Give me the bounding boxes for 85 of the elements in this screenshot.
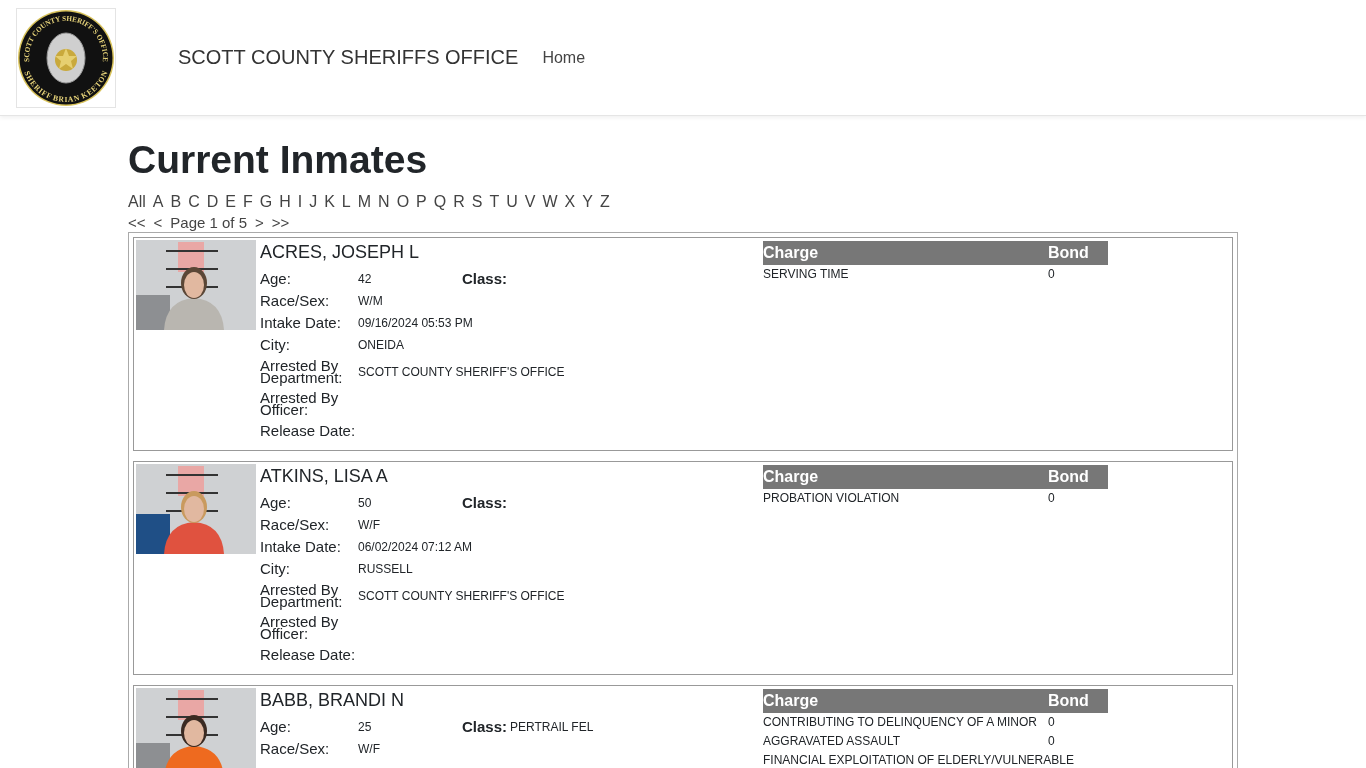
field-label: Race/Sex: — [260, 738, 331, 759]
field-label: Release Date: — [260, 644, 357, 665]
column-header: Bond — [1048, 467, 1090, 486]
field-value: 42 — [358, 271, 373, 286]
field-label: Arrested By Department: — [260, 355, 344, 388]
field-label: Age: — [260, 268, 292, 289]
letter-filter-link[interactable]: U — [506, 192, 518, 211]
field-label: Age: — [260, 492, 292, 513]
letter-filter-link[interactable]: S — [471, 192, 483, 211]
inmate-name: ACRES, JOSEPH L — [260, 240, 421, 263]
column-header: Bond — [1048, 243, 1090, 262]
field-label: Race/Sex: — [260, 514, 331, 535]
field-label: Intake Date: — [260, 536, 342, 557]
next-page-link[interactable]: > — [255, 213, 264, 231]
letter-filter-link[interactable]: X — [564, 192, 576, 211]
previous-page-link[interactable]: < — [153, 213, 163, 231]
letter-filter-link[interactable]: J — [309, 192, 318, 211]
column-header: Charge — [763, 691, 820, 710]
first-page-link[interactable]: << — [128, 213, 146, 231]
field-label: Class: — [462, 268, 509, 289]
letter-filter-link[interactable]: T — [489, 192, 500, 211]
letter-filter-link[interactable]: C — [188, 192, 200, 211]
table-cell-text: 0 — [1048, 715, 1056, 730]
field-value: 25 — [358, 719, 373, 734]
column-header: Bond — [1048, 691, 1090, 710]
field-value: PERTRAIL FEL — [510, 719, 594, 734]
table-cell-text: 0 — [1048, 267, 1056, 282]
letter-filter-link[interactable]: M — [357, 192, 372, 211]
field-label: Race/Sex: — [260, 290, 331, 311]
inmate-name: ATKINS, LISA A — [260, 464, 389, 487]
field-label: Class: — [462, 492, 509, 513]
letter-filter-link[interactable]: R — [453, 192, 465, 211]
letter-filter-link[interactable]: B — [170, 192, 182, 211]
column-header: Charge — [763, 467, 820, 486]
field-label: Intake Date: — [260, 312, 342, 333]
site-title[interactable]: SCOTT COUNTY SHERIFFS OFFICE — [178, 46, 519, 69]
letter-filter-link[interactable]: P — [416, 192, 427, 211]
letter-filter-link[interactable]: L — [341, 192, 351, 211]
field-value: 06/02/2024 07:12 AM — [358, 539, 473, 554]
letter-filter-link[interactable]: N — [378, 192, 390, 211]
field-value: W/F — [358, 741, 380, 756]
field-label: Class: — [462, 716, 509, 737]
letter-filter-link[interactable]: H — [279, 192, 291, 211]
field-value: W/M — [358, 293, 383, 308]
nav-link[interactable]: Home — [542, 48, 586, 67]
field-label: City: — [260, 558, 291, 579]
field-label: Arrested By Officer: — [260, 387, 340, 420]
field-value: SCOTT COUNTY SHERIFF'S OFFICE — [358, 588, 565, 603]
field-label: Release Date: — [260, 420, 357, 441]
letter-filter-link[interactable]: A — [152, 192, 164, 211]
letter-filter-link[interactable]: G — [259, 192, 273, 211]
letter-filter-link[interactable]: I — [297, 192, 303, 211]
field-label: Arrested By Department: — [260, 579, 344, 612]
field-label: Arrested By Officer: — [260, 611, 340, 644]
field-value: RUSSELL — [358, 561, 413, 576]
table-cell-text: CONTRIBUTING TO DELINQUENCY OF A MINOR — [763, 715, 1039, 730]
column-header: Charge — [763, 243, 820, 262]
letter-filter-link[interactable]: D — [206, 192, 219, 211]
table-cell: FINANCIAL EXPLOITATION OF ELDERLY/VULNERABLE — [763, 753, 1074, 768]
field-label: City: — [260, 334, 291, 355]
field-label: Age: — [260, 716, 292, 737]
letter-filter-link[interactable]: F — [242, 192, 253, 211]
letter-filter-link[interactable]: All — [128, 192, 146, 211]
table-cell-text: AGGRAVATED ASSAULT — [763, 734, 902, 749]
page-title: Current Inmates — [128, 138, 429, 183]
letter-filter-link[interactable]: O — [396, 192, 410, 211]
letter-filter-link[interactable]: K — [324, 192, 335, 211]
field-value: ONEIDA — [358, 337, 404, 352]
letter-filter-link[interactable]: Y — [582, 192, 593, 211]
table-cell-text: SERVING TIME — [763, 267, 850, 282]
page-indicator: Page 1 of 5 — [170, 213, 248, 231]
letter-filter-link[interactable]: Z — [599, 192, 610, 211]
field-value: 09/16/2024 05:53 PM — [358, 315, 473, 330]
table-cell-text: PROBATION VIOLATION — [763, 491, 901, 506]
letter-filter-link[interactable]: W — [542, 192, 558, 211]
last-page-link[interactable]: >> — [271, 213, 290, 231]
field-value: SCOTT COUNTY SHERIFF'S OFFICE — [358, 364, 565, 379]
table-cell-text: 0 — [1048, 491, 1056, 506]
inmate-name: BABB, BRANDI N — [260, 688, 406, 711]
letter-filter-link[interactable]: E — [225, 192, 236, 211]
table-cell-text: 0 — [1048, 734, 1056, 749]
field-value: W/F — [358, 517, 380, 532]
letter-filter-link[interactable]: Q — [433, 192, 447, 211]
letter-filter-link[interactable]: V — [524, 192, 536, 211]
field-value: 50 — [358, 495, 373, 510]
